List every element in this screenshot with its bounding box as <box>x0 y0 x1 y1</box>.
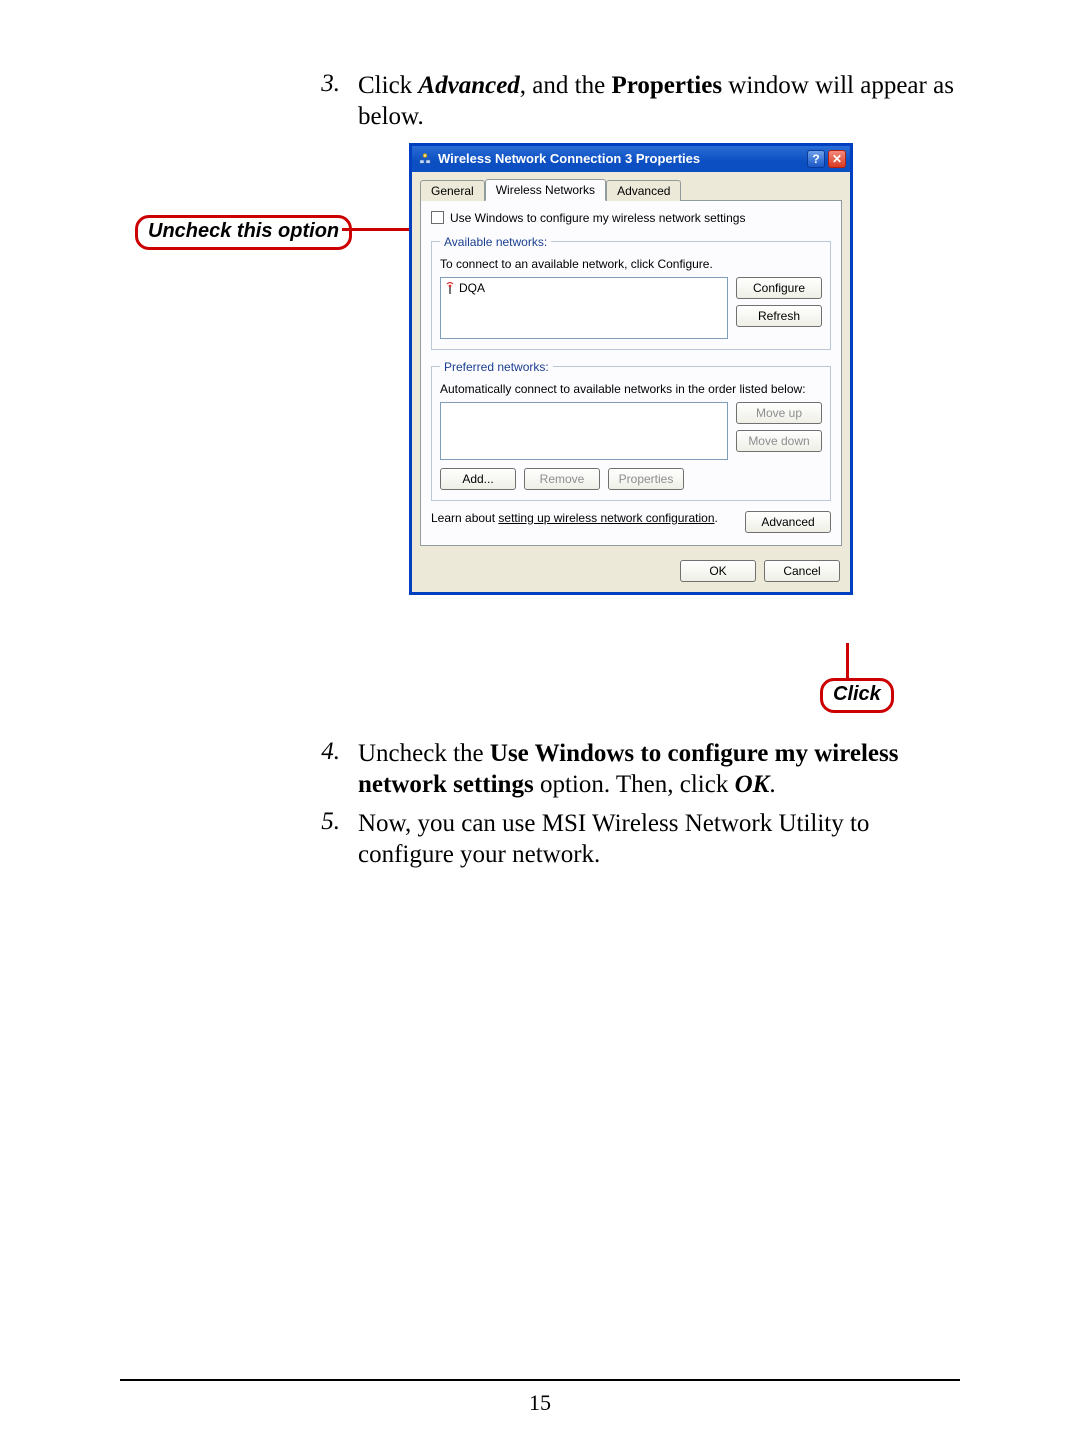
configure-button[interactable]: Configure <box>736 277 822 299</box>
preferred-networks-group: Preferred networks: Automatically connec… <box>431 360 831 501</box>
use-windows-checkbox-row: Use Windows to configure my wireless net… <box>431 211 831 225</box>
figure-container: Uncheck this option Wireless Network Con… <box>315 143 1015 713</box>
page-footer-rule <box>120 1379 960 1381</box>
remove-button[interactable]: Remove <box>524 468 600 490</box>
step-4-text: Uncheck the Use Windows to configure my … <box>358 738 960 801</box>
preferred-networks-list[interactable] <box>440 402 728 460</box>
learn-text: Learn about setting up wireless network … <box>431 511 718 525</box>
step-3-text: Click Advanced, and the Properties windo… <box>358 70 960 133</box>
tab-advanced[interactable]: Advanced <box>606 180 681 201</box>
text: Uncheck the <box>358 740 490 767</box>
callout-uncheck-this-option: Uncheck this option <box>135 215 352 250</box>
cancel-button[interactable]: Cancel <box>764 560 840 582</box>
available-networks-list[interactable]: DQA <box>440 277 728 339</box>
properties-button[interactable]: Properties <box>608 468 684 490</box>
use-windows-checkbox[interactable] <box>431 211 444 224</box>
preferred-networks-desc: Automatically connect to available netwo… <box>440 382 822 396</box>
step-3-number: 3. <box>310 70 358 98</box>
available-networks-legend: Available networks: <box>440 235 551 249</box>
tab-panel-wireless: Use Windows to configure my wireless net… <box>420 200 842 546</box>
preferred-networks-legend: Preferred networks: <box>440 360 553 374</box>
available-networks-group: Available networks: To connect to an ava… <box>431 235 831 350</box>
step-3: 3. Click Advanced, and the Properties wi… <box>310 70 960 133</box>
learn-link[interactable]: setting up wireless network configuratio… <box>498 511 714 525</box>
text: , and the <box>520 72 612 99</box>
use-windows-checkbox-label: Use Windows to configure my wireless net… <box>450 211 745 225</box>
tab-wireless-networks[interactable]: Wireless Networks <box>485 179 606 201</box>
text: Learn about <box>431 511 498 525</box>
callout-connector-line <box>846 643 849 681</box>
text: option. Then, click <box>534 771 735 798</box>
dialog-titlebar[interactable]: Wireless Network Connection 3 Properties… <box>412 146 850 172</box>
add-button[interactable]: Add... <box>440 468 516 490</box>
text-bold-italic: Advanced <box>418 72 519 99</box>
callout-click: Click <box>820 678 894 713</box>
dialog-title: Wireless Network Connection 3 Properties <box>438 151 804 166</box>
text: . <box>715 511 718 525</box>
text-bold-italic: OK <box>735 771 770 798</box>
move-up-button[interactable]: Move up <box>736 402 822 424</box>
step-5-text: Now, you can use MSI Wireless Network Ut… <box>358 808 960 871</box>
text: . <box>769 771 775 798</box>
tabs-row: General Wireless Networks Advanced <box>412 172 850 200</box>
properties-dialog: Wireless Network Connection 3 Properties… <box>409 143 853 595</box>
text: Click <box>358 72 418 99</box>
ok-button[interactable]: OK <box>680 560 756 582</box>
learn-row: Learn about setting up wireless network … <box>431 511 831 533</box>
dialog-footer: OK Cancel <box>412 554 850 592</box>
step-5-number: 5. <box>310 808 358 836</box>
move-down-button[interactable]: Move down <box>736 430 822 452</box>
text-bold: Properties <box>611 72 722 99</box>
list-item[interactable]: DQA <box>445 280 723 296</box>
advanced-button[interactable]: Advanced <box>745 511 831 533</box>
refresh-button[interactable]: Refresh <box>736 305 822 327</box>
step-5: 5. Now, you can use MSI Wireless Network… <box>310 808 960 871</box>
close-button[interactable]: ✕ <box>828 150 846 168</box>
antenna-icon <box>445 282 455 294</box>
step-4-number: 4. <box>310 738 358 766</box>
page-number: 15 <box>0 1390 1080 1416</box>
tab-general[interactable]: General <box>420 180 485 201</box>
step-4: 4. Uncheck the Use Windows to configure … <box>310 738 960 801</box>
text: Now, you can use MSI Wireless Network Ut… <box>358 810 869 868</box>
network-icon <box>418 152 432 166</box>
available-networks-desc: To connect to an available network, clic… <box>440 257 822 271</box>
list-item-label: DQA <box>459 281 485 295</box>
help-button[interactable]: ? <box>807 150 825 168</box>
